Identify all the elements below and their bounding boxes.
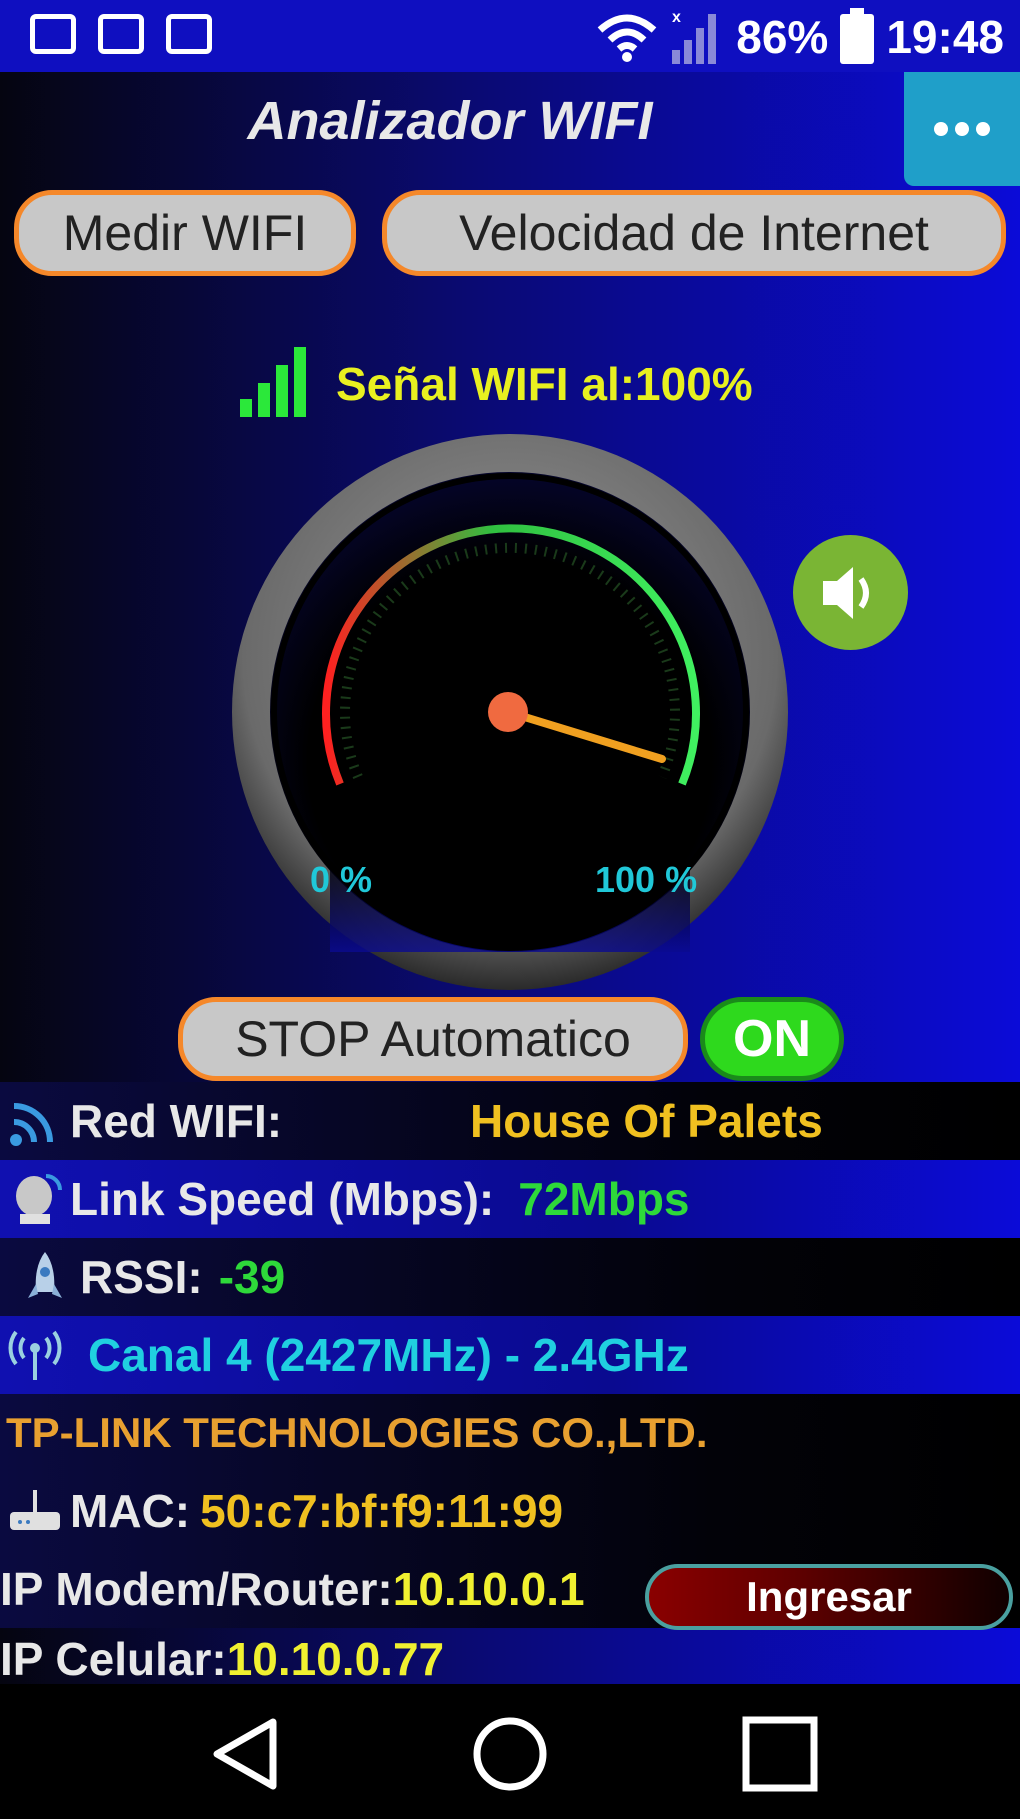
channel-value: Canal 4 (2427MHz) - 2.4GHz [88, 1329, 689, 1381]
measure-wifi-button[interactable]: Medir WIFI [14, 190, 356, 276]
router-icon [10, 1490, 60, 1530]
gauge-min-label: 0 % [310, 859, 372, 900]
phone-ip-row: IP Celular: 10.10.0.77 [0, 1626, 1020, 1684]
app-content: Analizador WIFI Medir WIFI Velocidad de … [0, 72, 1020, 1684]
signal-bars-icon [240, 347, 306, 417]
monitor-icon [98, 14, 144, 54]
app-title: Analizador WIFI [247, 91, 653, 151]
battery-icon [840, 8, 875, 64]
internet-speed-button[interactable]: Velocidad de Internet [382, 190, 1006, 276]
back-icon[interactable] [205, 1714, 285, 1794]
svg-text:x: x [672, 9, 681, 26]
cell-signal-icon: x [672, 9, 717, 64]
rssi-row: RSSI: -39 [0, 1238, 1020, 1316]
router-ip-label: IP Modem/Router: [0, 1563, 393, 1615]
image-icon [30, 14, 76, 54]
mac-row: MAC: 50:c7:bf:f9:11:99 [0, 1472, 1020, 1550]
monitor-icon [166, 14, 212, 54]
channel-row: Canal 4 (2427MHz) - 2.4GHz [0, 1316, 1020, 1394]
phone-ip-value: 10.10.0.77 [226, 1633, 445, 1684]
network-row: Red WIFI: House Of Palets [0, 1082, 1020, 1160]
sound-toggle-button[interactable] [793, 535, 908, 650]
gauge-max-label: 100 % [595, 859, 697, 900]
link-speed-value: 72Mbps [518, 1173, 690, 1225]
more-menu-button[interactable] [904, 72, 1020, 186]
link-speed-row: Link Speed (Mbps): 72Mbps [0, 1160, 1020, 1238]
recents-icon[interactable] [740, 1714, 820, 1794]
nav-bar [0, 1684, 1020, 1819]
rssi-label: RSSI: [80, 1251, 203, 1303]
antenna-icon [8, 1330, 62, 1380]
auto-toggle[interactable]: ON [700, 997, 844, 1081]
dish-icon [16, 1174, 62, 1224]
router-ip-value: 10.10.0.1 [392, 1563, 585, 1615]
vendor-value: TP-LINK TECHNOLOGIES CO.,LTD. [6, 1409, 708, 1456]
link-speed-label: Link Speed (Mbps): [70, 1173, 495, 1225]
clock: 19:48 [886, 11, 1004, 63]
mac-label: MAC: [70, 1485, 191, 1537]
signal-gauge: 0 % 100 % [232, 434, 788, 990]
status-bar: x 86% 19:48 [0, 0, 1020, 72]
rssi-value: -39 [218, 1251, 286, 1303]
wifi-icon [597, 14, 657, 62]
battery-percent: 86% [736, 11, 829, 63]
vendor-row: TP-LINK TECHNOLOGIES CO.,LTD. [0, 1394, 1020, 1472]
phone-ip-label: IP Celular: [0, 1633, 227, 1684]
router-login-button[interactable]: Ingresar [645, 1564, 1013, 1630]
home-icon[interactable] [470, 1714, 550, 1794]
network-label: Red WIFI: [70, 1095, 283, 1147]
stop-auto-button[interactable]: STOP Automatico [178, 997, 688, 1081]
rocket-icon [28, 1252, 62, 1298]
wifi-signal-icon [10, 1103, 53, 1146]
signal-strength-label: Señal WIFI al:100% [336, 358, 753, 410]
more-dots-icon [934, 122, 990, 136]
network-value: House Of Palets [470, 1095, 823, 1147]
speaker-icon [823, 567, 869, 619]
mac-value: 50:c7:bf:f9:11:99 [200, 1485, 564, 1537]
